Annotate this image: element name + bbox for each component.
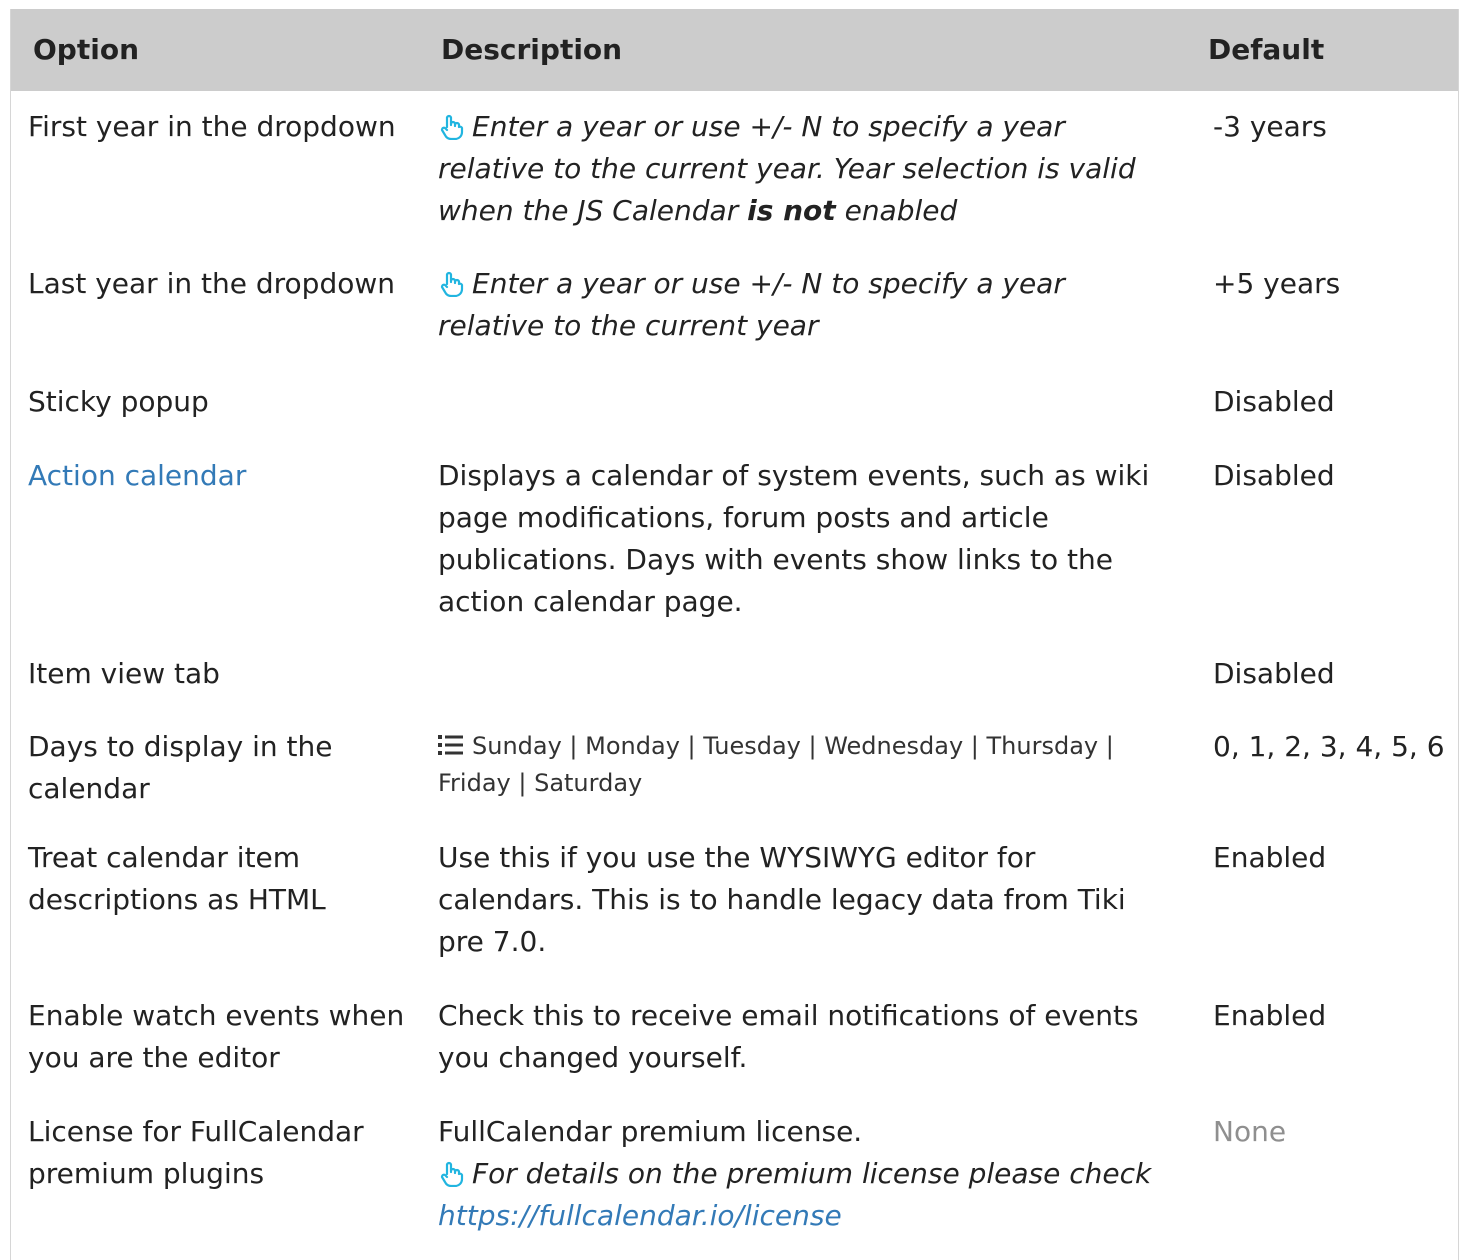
table-row: Item view tab Disabled: [11, 639, 1458, 712]
option-cell: Sticky popup: [28, 385, 209, 418]
default-cell: Enabled: [1213, 841, 1327, 874]
default-cell: +5 years: [1213, 267, 1341, 300]
preferences-table-container: Option Description Default First year in…: [10, 9, 1459, 1260]
default-cell: Disabled: [1213, 459, 1335, 492]
header-default: Default: [1194, 9, 1458, 91]
description-cell: Sunday | Monday | Tuesday | Wednesday | …: [419, 712, 1194, 827]
description-cell: FullCalendar premium license. For detail…: [419, 1101, 1194, 1260]
header-option: Option: [11, 9, 419, 91]
header-description: Description: [419, 9, 1194, 91]
description-emphasis: is not: [747, 194, 836, 227]
description-cell: Use this if you use the WYSIWYG editor f…: [438, 841, 1126, 958]
description-text: Enter a year or use +/- N to specify a y…: [438, 267, 1065, 342]
option-cell: Last year in the dropdown: [28, 267, 395, 300]
license-link[interactable]: https://fullcalendar.io/license: [438, 1199, 842, 1232]
description-text: Sunday | Monday | Tuesday | Wednesday | …: [438, 732, 1114, 797]
description-text: FullCalendar premium license.: [438, 1115, 863, 1148]
description-note: For details on the premium license pleas…: [472, 1157, 1152, 1190]
table-row: Last year in the dropdown Enter a year o…: [11, 248, 1458, 365]
description-cell: Enter a year or use +/- N to specify a y…: [419, 91, 1194, 248]
table-row: Enable watch events when you are the edi…: [11, 985, 1458, 1101]
description-cell: Enter a year or use +/- N to specify a y…: [419, 248, 1194, 365]
default-cell: None: [1213, 1115, 1287, 1148]
pointing-hand-icon: [438, 267, 464, 298]
description-cell: Displays a calendar of system events, su…: [438, 459, 1150, 618]
table-row: Days to display in the calendar Sunday |…: [11, 712, 1458, 827]
pointing-hand-icon: [438, 1157, 464, 1188]
description-cell: Check this to receive email notification…: [438, 999, 1139, 1074]
option-cell: Days to display in the calendar: [28, 730, 333, 805]
table-row: Sticky popup Disabled: [11, 365, 1458, 439]
table-row: License for FullCalendar premium plugins…: [11, 1101, 1458, 1260]
default-cell: Disabled: [1213, 385, 1335, 418]
default-cell: -3 years: [1213, 110, 1327, 143]
preferences-table: Option Description Default First year in…: [11, 9, 1458, 1260]
action-calendar-link[interactable]: Action calendar: [28, 459, 246, 492]
pointing-hand-icon: [438, 110, 464, 141]
description-text-end: enabled: [835, 194, 958, 227]
description-cell: [419, 365, 1194, 439]
default-cell: 0, 1, 2, 3, 4, 5, 6: [1213, 730, 1445, 763]
option-cell: Enable watch events when you are the edi…: [28, 999, 405, 1074]
option-cell: Action calendar: [11, 439, 419, 639]
option-cell: Item view tab: [28, 657, 220, 690]
description-cell: [419, 639, 1194, 712]
table-row: Treat calendar item descriptions as HTML…: [11, 827, 1458, 985]
table-row: Action calendar Displays a calendar of s…: [11, 439, 1458, 639]
table-header-row: Option Description Default: [11, 9, 1458, 91]
list-icon: [438, 730, 464, 755]
option-cell: License for FullCalendar premium plugins: [28, 1115, 364, 1190]
default-cell: Disabled: [1213, 657, 1335, 690]
default-cell: Enabled: [1213, 999, 1327, 1032]
option-cell: First year in the dropdown: [28, 110, 396, 143]
table-row: First year in the dropdown Enter a year …: [11, 91, 1458, 248]
option-cell: Treat calendar item descriptions as HTML: [28, 841, 326, 916]
